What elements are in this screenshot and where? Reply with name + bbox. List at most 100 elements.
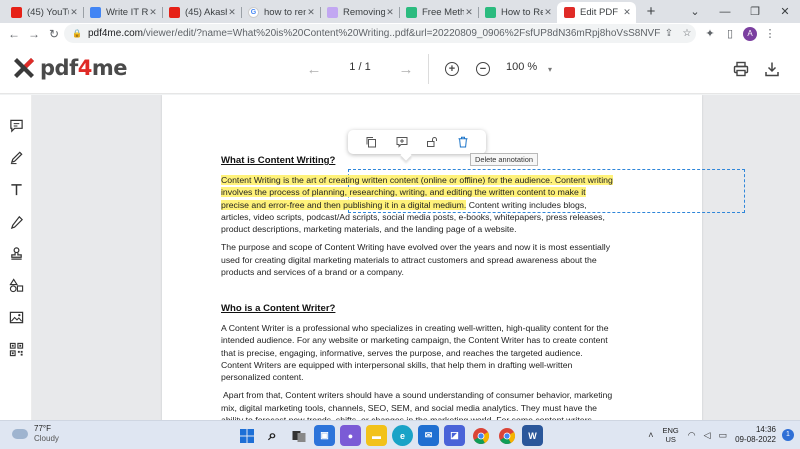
- lock-annotation-button[interactable]: [425, 135, 439, 149]
- tray-chevron-icon[interactable]: ˄: [648, 430, 653, 440]
- volume-icon[interactable]: ◁: [704, 430, 711, 441]
- leaf-icon: [406, 7, 417, 18]
- pdf-viewer[interactable]: What is Content Writing? Content Writing…: [32, 95, 800, 420]
- browser-tab[interactable]: (45) Akash ✕: [162, 2, 241, 23]
- system-clock[interactable]: 14:36 09-08-2022: [735, 425, 776, 445]
- task-view-icon[interactable]: [288, 425, 309, 446]
- windows-taskbar: 77°F Cloudy ⌕ ▣ ● ▬ e ✉ ◪ W ˄ ENG US ◠ ◁: [0, 420, 800, 449]
- edge-browser-icon[interactable]: e: [392, 425, 413, 446]
- trash-icon: [458, 136, 468, 148]
- browser-tab-strip: (45) YouTube✕Write IT Rig✕(45) Akash✕Gho…: [0, 0, 800, 23]
- tab-close-icon[interactable]: ✕: [385, 7, 395, 18]
- tab-close-icon[interactable]: ✕: [543, 7, 553, 18]
- tab-close-icon[interactable]: ✕: [464, 7, 474, 18]
- mail-icon[interactable]: ✉: [418, 425, 439, 446]
- delete-annotation-tooltip: Delete annotation: [470, 153, 538, 166]
- new-tab-button[interactable]: +: [640, 2, 662, 23]
- back-button[interactable]: ←: [4, 24, 24, 44]
- copy-icon: [366, 137, 377, 148]
- browser-tab[interactable]: Free Metho✕: [399, 2, 478, 23]
- zoom-dropdown-chevron-icon[interactable]: ▾: [544, 58, 556, 80]
- language-indicator[interactable]: ENG US: [663, 426, 679, 444]
- delete-annotation-button[interactable]: [456, 135, 470, 149]
- menu-kebab-icon[interactable]: ⋮: [760, 27, 780, 40]
- youtube-icon: [11, 7, 22, 18]
- shapes-icon: [8, 277, 23, 292]
- zoom-level[interactable]: 100 %: [506, 61, 537, 73]
- docs-icon: [90, 7, 101, 18]
- bookmark-star-icon[interactable]: ☆: [678, 28, 696, 39]
- comment-tool-button[interactable]: [8, 117, 24, 133]
- blog-icon: [327, 7, 338, 18]
- weather-condition: Cloudy: [34, 434, 59, 443]
- browser-tab[interactable]: (45) YouTube✕: [4, 2, 83, 23]
- weather-widget[interactable]: 77°F Cloudy: [12, 424, 59, 444]
- reload-button[interactable]: ↻: [44, 24, 64, 44]
- draw-tool-button[interactable]: [8, 149, 24, 165]
- doc-heading-who-is-content-writer: Who is a Content Writer?: [221, 303, 336, 314]
- add-comment-icon: [396, 137, 408, 148]
- url-text[interactable]: pdf4me.com/viewer/edit/?name=What%20is%2…: [88, 28, 660, 39]
- stamp-tool-button[interactable]: [8, 245, 24, 261]
- tab-search-icon[interactable]: ⌄: [680, 5, 710, 18]
- photos-icon[interactable]: ◪: [444, 425, 465, 446]
- omnibox[interactable]: 🔒 pdf4me.com/viewer/edit/?name=What%20is…: [64, 24, 696, 43]
- lock-icon[interactable]: 🔒: [72, 29, 82, 38]
- teams-chat-icon[interactable]: ●: [340, 425, 361, 446]
- highlight-tool-button[interactable]: [8, 213, 24, 229]
- logo-text-pdf: pdf: [40, 56, 78, 80]
- sidepanel-icon[interactable]: ▯: [720, 27, 740, 40]
- address-bar-row: ← → ↻ 🔒 pdf4me.com/viewer/edit/?name=Wha…: [0, 23, 800, 44]
- share-icon[interactable]: ⇪: [660, 28, 678, 39]
- prev-page-button[interactable]: ←: [304, 58, 324, 80]
- next-page-button[interactable]: →: [396, 58, 416, 80]
- doc-section-2: A Content Writer is a professional who s…: [221, 322, 613, 420]
- tab-close-icon[interactable]: ✕: [69, 7, 79, 18]
- word-icon[interactable]: W: [522, 425, 543, 446]
- print-button[interactable]: [731, 58, 751, 80]
- pdf4me-logo[interactable]: pdf4me: [12, 56, 127, 80]
- notification-badge[interactable]: 1: [782, 429, 794, 441]
- annotation-tool-rail: [0, 95, 32, 420]
- extensions-icon[interactable]: ✦: [700, 27, 720, 40]
- close-window-button[interactable]: ✕: [770, 5, 800, 18]
- browser-tab[interactable]: Removing ✕: [320, 2, 399, 23]
- minimize-button[interactable]: —: [710, 6, 740, 18]
- clock-date: 09-08-2022: [735, 435, 776, 444]
- browser-tab-title: How to Rem: [501, 7, 543, 18]
- browser-tab[interactable]: How to Rem✕: [478, 2, 557, 23]
- wifi-icon[interactable]: ◠: [688, 430, 696, 441]
- qr-code-tool-button[interactable]: [8, 341, 24, 357]
- tab-close-icon[interactable]: ✕: [148, 7, 158, 18]
- download-button[interactable]: [762, 58, 782, 80]
- battery-icon[interactable]: ▭: [719, 430, 728, 441]
- file-explorer-icon[interactable]: ▬: [366, 425, 387, 446]
- print-icon: [733, 61, 749, 77]
- zoom-out-button[interactable]: −: [474, 58, 492, 80]
- tab-close-icon[interactable]: ✕: [227, 7, 237, 18]
- tab-close-icon[interactable]: ✕: [622, 7, 632, 18]
- comment-icon: [9, 119, 23, 133]
- forward-button[interactable]: →: [24, 24, 44, 44]
- text-tool-button[interactable]: [8, 181, 24, 197]
- zoom-in-button[interactable]: +: [443, 58, 461, 80]
- chrome-profile-icon[interactable]: [496, 425, 517, 446]
- doc-paragraph-4: Apart from that, Content writers should …: [221, 390, 613, 420]
- browser-tab[interactable]: Write IT Rig✕: [83, 2, 162, 23]
- browser-tab[interactable]: Edit PDF ✕: [557, 2, 636, 23]
- chrome-icon[interactable]: [470, 425, 491, 446]
- tab-close-icon[interactable]: ✕: [306, 7, 316, 18]
- add-comment-button[interactable]: [395, 135, 409, 149]
- windows-start-icon[interactable]: [236, 425, 257, 446]
- image-tool-button[interactable]: [8, 309, 24, 325]
- profile-avatar[interactable]: A: [743, 26, 757, 41]
- text-icon: [10, 183, 22, 195]
- shapes-tool-button[interactable]: [8, 277, 24, 293]
- copy-annotation-button[interactable]: [364, 135, 378, 149]
- browser-tab[interactable]: Ghow to rem✕: [241, 2, 320, 23]
- maximize-button[interactable]: ❐: [740, 5, 770, 18]
- pdf-page[interactable]: What is Content Writing? Content Writing…: [162, 95, 745, 420]
- widgets-icon[interactable]: ▣: [314, 425, 335, 446]
- browser-tab-title: how to rem: [264, 7, 306, 18]
- search-icon[interactable]: ⌕: [262, 425, 283, 446]
